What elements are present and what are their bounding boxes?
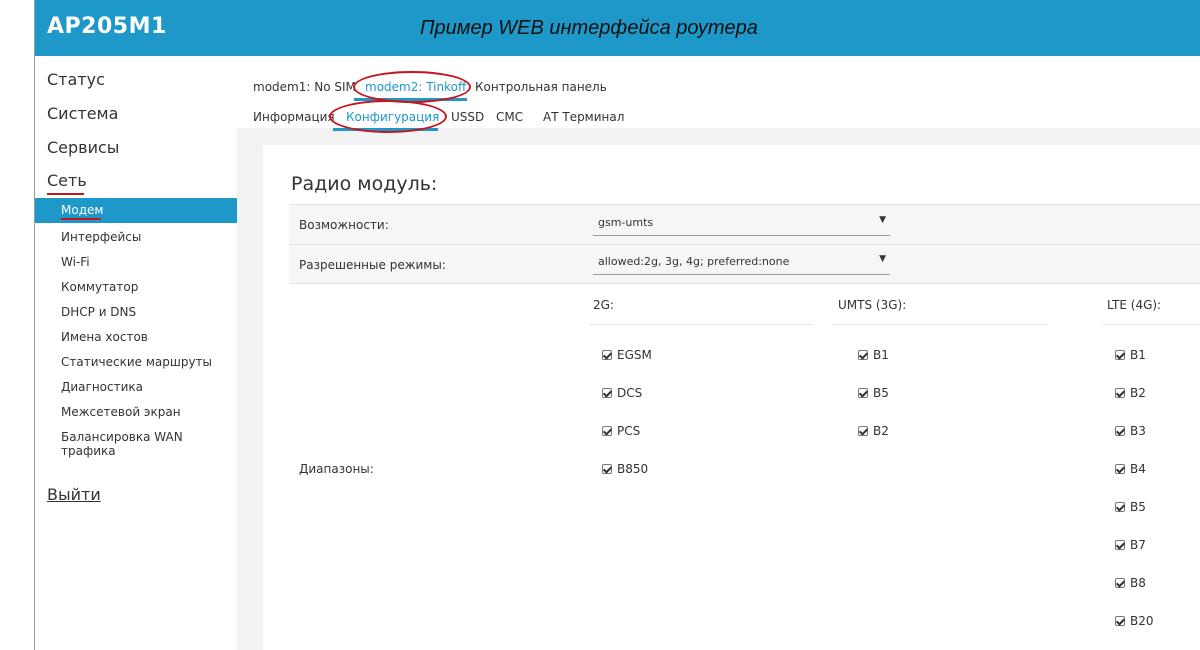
col-head-lte: LTE (4G): bbox=[1107, 298, 1162, 312]
modes-value: allowed:2g, 3g, 4g; preferred:none bbox=[598, 255, 790, 268]
checkbox-lte-b5[interactable]: B5 bbox=[1115, 500, 1146, 514]
checkbox-label: B5 bbox=[873, 386, 889, 400]
tab-info[interactable]: Информация bbox=[253, 110, 335, 124]
checkbox-label: B7 bbox=[1130, 538, 1146, 552]
nav-sub-modem[interactable]: Модем bbox=[35, 198, 237, 223]
checkbox-icon bbox=[1115, 616, 1125, 626]
row-bands: Диапазоны: 2G: UMTS (3G): LTE (4G): EGSM… bbox=[289, 283, 1200, 650]
checkbox-label: B2 bbox=[873, 424, 889, 438]
checkbox-icon bbox=[602, 464, 612, 474]
checkbox-icon bbox=[1115, 540, 1125, 550]
nav-sub-firewall[interactable]: Межсетевой экран bbox=[61, 405, 181, 419]
tab-at-terminal[interactable]: АТ Терминал bbox=[543, 110, 624, 124]
modes-select[interactable]: allowed:2g, 3g, 4g; preferred:none ▼ bbox=[593, 250, 890, 275]
checkbox-icon bbox=[602, 350, 612, 360]
checkbox-icon bbox=[1115, 578, 1125, 588]
nav-sub-interfaces[interactable]: Интерфейсы bbox=[61, 230, 141, 244]
nav-sub-diagnostics[interactable]: Диагностика bbox=[61, 380, 143, 394]
checkbox-icon bbox=[1115, 502, 1125, 512]
row-capabilities: Возможности: gsm-umts ▼ bbox=[289, 204, 1200, 244]
col-head-umts: UMTS (3G): bbox=[838, 298, 907, 312]
checkbox-lte-b1[interactable]: B1 bbox=[1115, 348, 1146, 362]
checkbox-icon bbox=[1115, 388, 1125, 398]
checkbox-lte-b8[interactable]: B8 bbox=[1115, 576, 1146, 590]
sidebar: Статус Система Сервисы Сеть Модем Интерф… bbox=[35, 56, 237, 650]
col-head-2g: 2G: bbox=[593, 298, 614, 312]
checkbox-label: B1 bbox=[873, 348, 889, 362]
checkbox-lte-b3[interactable]: B3 bbox=[1115, 424, 1146, 438]
checkbox-label: PCS bbox=[617, 424, 641, 438]
logout-link[interactable]: Выйти bbox=[47, 485, 101, 504]
nav-system[interactable]: Система bbox=[47, 104, 118, 123]
checkbox-label: B850 bbox=[617, 462, 649, 476]
tab-area: modem1: No SIM modem2: Tinkoff Контрольн… bbox=[237, 56, 1200, 133]
nav-sub-switch[interactable]: Коммутатор bbox=[61, 280, 138, 294]
tab-ussd[interactable]: USSD bbox=[451, 110, 484, 124]
header-caption: Пример WEB интерфейса роутера bbox=[420, 17, 758, 39]
chevron-down-icon: ▼ bbox=[879, 254, 886, 264]
checkbox-label: DCS bbox=[617, 386, 643, 400]
nav-status[interactable]: Статус bbox=[47, 70, 105, 89]
col-rule-lte bbox=[1103, 324, 1200, 325]
checkbox-icon bbox=[1115, 426, 1125, 436]
checkbox-lte-b4[interactable]: B4 bbox=[1115, 462, 1146, 476]
checkbox-label: EGSM bbox=[617, 348, 652, 362]
nav-network[interactable]: Сеть bbox=[47, 171, 87, 195]
panel-title: Радио модуль: bbox=[291, 173, 438, 195]
checkbox-label: B2 bbox=[1130, 386, 1146, 400]
checkbox-lte-b20[interactable]: B20 bbox=[1115, 614, 1154, 628]
tab-control-panel[interactable]: Контрольная панель bbox=[475, 80, 607, 94]
brand-logo: AP205M1 bbox=[47, 14, 167, 39]
checkbox-2g-b850[interactable]: B850 bbox=[602, 462, 648, 476]
capabilities-label: Возможности: bbox=[299, 218, 389, 232]
col-rule-2g bbox=[589, 324, 812, 325]
tab-sms[interactable]: СМС bbox=[496, 110, 523, 124]
checkbox-label: B8 bbox=[1130, 576, 1146, 590]
capabilities-select[interactable]: gsm-umts ▼ bbox=[593, 211, 890, 236]
checkbox-lte-b2[interactable]: B2 bbox=[1115, 386, 1146, 400]
main-content: modem1: No SIM modem2: Tinkoff Контрольн… bbox=[237, 56, 1200, 650]
checkbox-icon bbox=[602, 388, 612, 398]
modes-label: Разрешенные режимы: bbox=[299, 258, 446, 272]
checkbox-icon bbox=[858, 426, 868, 436]
checkbox-label: B3 bbox=[1130, 424, 1146, 438]
capabilities-value: gsm-umts bbox=[598, 216, 654, 229]
chevron-down-icon: ▼ bbox=[879, 215, 886, 225]
checkbox-2g-dcs[interactable]: DCS bbox=[602, 386, 642, 400]
checkbox-label: B5 bbox=[1130, 500, 1146, 514]
checkbox-umts-b5[interactable]: B5 bbox=[858, 386, 889, 400]
nav-sub-wan-balancing[interactable]: Балансировка WAN трафика bbox=[61, 430, 237, 458]
checkbox-umts-b1[interactable]: B1 bbox=[858, 348, 889, 362]
row-modes: Разрешенные режимы: allowed:2g, 3g, 4g; … bbox=[289, 244, 1200, 283]
header-bar: AP205M1 Пример WEB интерфейса роутера bbox=[35, 0, 1200, 56]
checkbox-icon bbox=[858, 388, 868, 398]
checkbox-label: B1 bbox=[1130, 348, 1146, 362]
tab-modem1[interactable]: modem1: No SIM bbox=[253, 80, 356, 94]
radio-module-panel: Радио модуль: Возможности: gsm-umts ▼ Ра… bbox=[263, 145, 1200, 650]
checkbox-label: B20 bbox=[1130, 614, 1154, 628]
checkbox-icon bbox=[858, 350, 868, 360]
checkbox-2g-egsm[interactable]: EGSM bbox=[602, 348, 652, 362]
checkbox-icon bbox=[1115, 350, 1125, 360]
highlight-oval-modem2 bbox=[353, 71, 471, 103]
col-rule-umts bbox=[833, 324, 1048, 325]
nav-sub-wifi[interactable]: Wi-Fi bbox=[61, 255, 90, 269]
nav-sub-static-routes[interactable]: Статические маршруты bbox=[61, 355, 212, 369]
checkbox-2g-pcs[interactable]: PCS bbox=[602, 424, 640, 438]
nav-sub-dhcp-dns[interactable]: DHCP и DNS bbox=[61, 305, 136, 319]
nav-sub-hostnames[interactable]: Имена хостов bbox=[61, 330, 148, 344]
checkbox-umts-b2[interactable]: B2 bbox=[858, 424, 889, 438]
bands-label: Диапазоны: bbox=[299, 462, 374, 476]
checkbox-icon bbox=[1115, 464, 1125, 474]
router-window: AP205M1 Пример WEB интерфейса роутера Ст… bbox=[34, 0, 1200, 650]
checkbox-icon bbox=[602, 426, 612, 436]
checkbox-lte-b7[interactable]: B7 bbox=[1115, 538, 1146, 552]
checkbox-label: B4 bbox=[1130, 462, 1146, 476]
highlight-oval-config bbox=[329, 100, 447, 133]
nav-services[interactable]: Сервисы bbox=[47, 138, 119, 157]
